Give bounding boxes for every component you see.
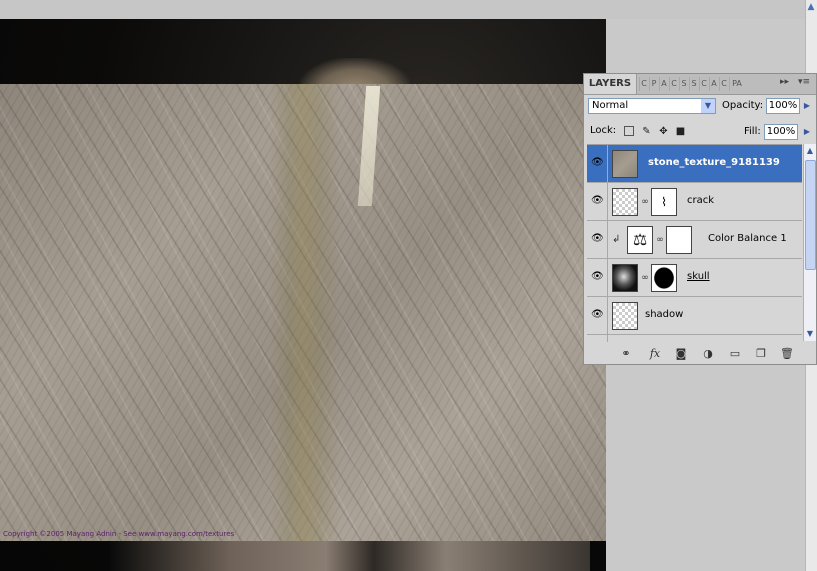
layer-name[interactable]: shadow (645, 309, 683, 320)
tab-color[interactable]: C (699, 77, 708, 91)
layer-mask-thumbnail[interactable] (666, 226, 692, 254)
copyright-text: Copyright ©2005 Mayang Adnin - See www.m… (3, 530, 235, 538)
layers-list-scrollbar[interactable]: ▲ ▼ (803, 144, 816, 341)
eye-icon[interactable]: 👁 (591, 196, 604, 206)
tab-channels[interactable]: C (639, 77, 648, 91)
scroll-down-arrow-icon[interactable]: ▼ (804, 327, 816, 341)
layer-row-partial[interactable] (587, 335, 802, 342)
tab-paragraph[interactable]: PA (729, 77, 744, 91)
crack-mark (357, 86, 381, 206)
adjustment-layer-icon[interactable]: ◑ (701, 347, 715, 361)
workspace-top-strip (0, 0, 805, 19)
row-divider (607, 183, 608, 221)
eye-icon[interactable]: 👁 (591, 158, 604, 168)
link-layers-icon[interactable]: ⚭ (618, 347, 634, 361)
panel-tab-bar: LAYERS C P A C S S C A C PA ▸▸ ▾≡ (584, 74, 816, 95)
tab-layers[interactable]: LAYERS (584, 74, 637, 94)
layers-list: 👁 stone_texture_9181139 👁 ∞ ⌇ crack 👁 ↲ … (587, 144, 802, 342)
balance-scale-icon: ⚖ (627, 226, 653, 254)
fill-label: Fill: (744, 126, 761, 137)
layers-panel: LAYERS C P A C S S C A C PA ▸▸ ▾≡ Normal… (583, 73, 817, 365)
eye-icon[interactable]: 👁 (591, 272, 604, 282)
scrollbar-thumb[interactable] (805, 160, 816, 270)
layer-thumbnail (612, 302, 638, 330)
scroll-up-arrow-icon[interactable]: ▲ (804, 144, 816, 158)
tab-clone[interactable]: C (719, 77, 728, 91)
row-divider (607, 145, 608, 183)
opacity-input[interactable]: 100% (766, 98, 800, 114)
layer-row-stone-texture[interactable]: 👁 stone_texture_9181139 (587, 145, 802, 183)
lock-brush-icon[interactable]: ✎ (641, 126, 652, 137)
new-group-icon[interactable]: ▭ (728, 347, 742, 361)
layer-name[interactable]: stone_texture_9181139 (648, 157, 780, 168)
row-divider (607, 335, 608, 342)
canvas-face-region (110, 541, 590, 571)
row-divider (607, 221, 608, 259)
eye-icon[interactable]: 👁 (591, 310, 604, 320)
delete-layer-icon[interactable]: 🗑 (780, 347, 794, 361)
layer-name[interactable]: crack (687, 195, 714, 206)
layer-row-skull[interactable]: 👁 ∞ skull (587, 259, 802, 297)
chain-link-icon[interactable]: ∞ (656, 234, 664, 246)
moss-streak (270, 84, 340, 541)
lock-all-icon[interactable]: ■ (675, 126, 686, 137)
tab-character[interactable]: C (669, 77, 678, 91)
blend-mode-select[interactable]: Normal ▼ (588, 98, 716, 114)
panel-menu-button[interactable]: ▾≡ (798, 77, 810, 87)
layer-row-shadow[interactable]: 👁 shadow (587, 297, 802, 335)
chevron-down-icon[interactable]: ▼ (701, 99, 715, 113)
collapse-panel-button[interactable]: ▸▸ (780, 77, 789, 87)
layer-thumbnail (612, 150, 638, 178)
lock-transparent-icon[interactable] (624, 126, 634, 136)
chain-link-icon[interactable]: ∞ (641, 272, 649, 284)
layer-name[interactable]: skull (687, 271, 710, 282)
layer-row-color-balance[interactable]: 👁 ↲ ⚖ ∞ Color Balance 1 (587, 221, 802, 259)
tab-paths[interactable]: P (649, 77, 658, 91)
eye-icon[interactable]: 👁 (591, 234, 604, 244)
tab-swatches[interactable]: S (679, 77, 688, 91)
fill-slider-arrow-icon[interactable]: ▶ (801, 124, 813, 140)
tab-actions[interactable]: A (659, 77, 668, 91)
layers-panel-footer: ⚭ fx ◙ ◑ ▭ ❐ 🗑 (584, 344, 816, 364)
clipping-arrow-icon: ↲ (612, 234, 621, 245)
blend-mode-value: Normal (592, 100, 629, 111)
row-divider (607, 297, 608, 335)
scroll-up-arrow-icon[interactable]: ▲ (805, 0, 817, 14)
lock-move-icon[interactable]: ✥ (658, 126, 669, 137)
opacity-label: Opacity: (722, 100, 764, 111)
tab-adjust[interactable]: A (709, 77, 718, 91)
new-layer-icon[interactable]: ❐ (754, 347, 768, 361)
lock-label: Lock: (590, 125, 617, 136)
layer-thumbnail (612, 188, 638, 216)
chain-link-icon[interactable]: ∞ (641, 196, 649, 208)
layer-name[interactable]: Color Balance 1 (708, 233, 787, 244)
row-divider (607, 259, 608, 297)
layer-mask-thumbnail[interactable] (651, 264, 677, 292)
fx-icon[interactable]: fx (646, 347, 664, 361)
layer-mask-thumbnail[interactable]: ⌇ (651, 188, 677, 216)
layer-thumbnail (612, 264, 638, 292)
opacity-slider-arrow-icon[interactable]: ▶ (801, 98, 813, 114)
tab-styles[interactable]: S (689, 77, 698, 91)
add-mask-icon[interactable]: ◙ (674, 347, 688, 361)
layer-row-crack[interactable]: 👁 ∞ ⌇ crack (587, 183, 802, 221)
stone-texture-layer-image (0, 84, 606, 541)
fill-input[interactable]: 100% (764, 124, 798, 140)
